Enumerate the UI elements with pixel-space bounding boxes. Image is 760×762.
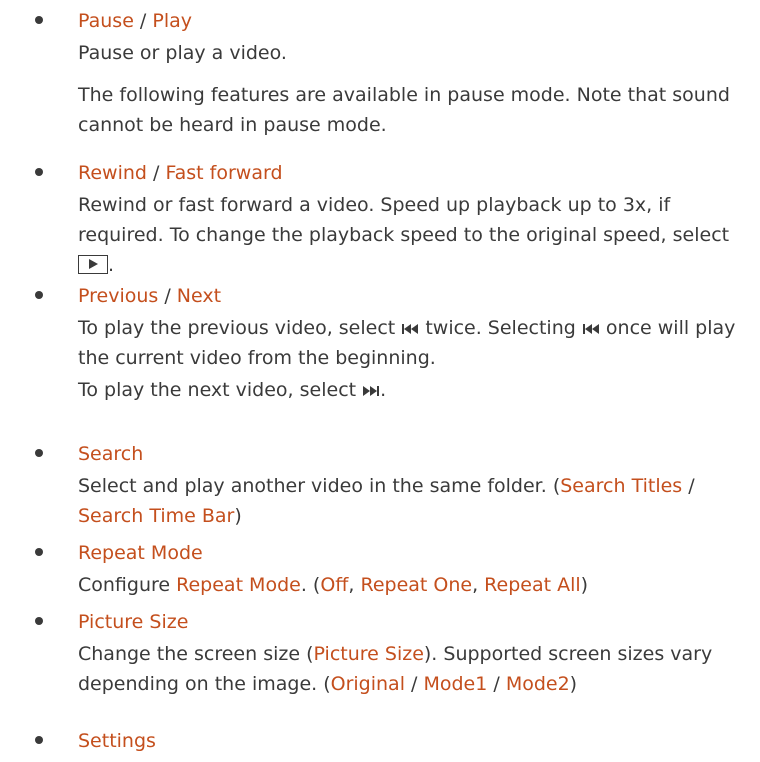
item-title: Previous / Next <box>78 279 221 313</box>
feature-list: Pause / Play Pause or play a video. The … <box>0 0 760 762</box>
description-end: ) <box>580 574 589 596</box>
bullet-icon <box>35 16 43 24</box>
option-separator: , <box>472 574 485 596</box>
play-button-icon <box>78 255 108 274</box>
previous-label: Previous <box>78 285 159 307</box>
description-end: ) <box>234 505 242 527</box>
repeat-mode-ref: Repeat Mode <box>176 574 301 596</box>
previous-track-icon <box>401 322 419 336</box>
description-end: . <box>380 379 387 401</box>
fast-forward-label: Fast forward <box>165 162 283 184</box>
description-text: . ( <box>300 574 321 596</box>
item-note: The following features are available in … <box>78 84 730 136</box>
item-description: Select and play another video in the sam… <box>78 471 738 531</box>
description-text: To play the previous video, select <box>78 317 396 339</box>
option-repeat-one: Repeat One <box>360 574 473 596</box>
bullet-icon <box>35 548 43 556</box>
item-title: Repeat Mode <box>78 542 203 564</box>
item-title: Pause / Play <box>78 4 192 38</box>
bullet-icon <box>35 168 43 176</box>
pause-label: Pause <box>78 10 134 32</box>
description-end: ) <box>569 673 578 695</box>
item-description: Change the screen size (Picture Size). S… <box>78 639 738 699</box>
item-description: Pause or play a video. <box>78 42 287 64</box>
option-separator: / <box>682 475 695 497</box>
option-separator: / <box>404 673 424 695</box>
bullet-icon <box>35 449 43 457</box>
option-original: Original <box>330 673 405 695</box>
next-track-icon <box>362 384 380 398</box>
bullet-icon <box>35 736 43 744</box>
option-off: Off <box>320 574 349 596</box>
item-description: Configure Repeat Mode. (Off, Repeat One,… <box>78 570 738 600</box>
option-separator: , <box>348 574 361 596</box>
option-search-time-bar: Search Time Bar <box>78 505 235 527</box>
title-separator: / <box>133 10 153 32</box>
option-mode1: Mode1 <box>423 673 488 695</box>
description-end: . <box>108 254 115 276</box>
description-text: twice. Selecting <box>425 317 576 339</box>
item-note: To play the next video, select . <box>78 375 738 405</box>
item-description: To play the previous video, select twice… <box>78 313 738 373</box>
item-description: Rewind or fast forward a video. Speed up… <box>78 190 738 280</box>
title-separator: / <box>146 162 166 184</box>
bullet-icon <box>35 617 43 625</box>
item-title: Settings <box>78 730 156 752</box>
item-title: Rewind / Fast forward <box>78 156 283 190</box>
option-mode2: Mode2 <box>505 673 570 695</box>
option-repeat-all: Repeat All <box>484 574 581 596</box>
description-text: Change the screen size ( <box>78 643 314 665</box>
description-text: Select and play another video in the sam… <box>78 475 561 497</box>
previous-track-icon <box>582 322 600 336</box>
next-label: Next <box>176 285 222 307</box>
picture-size-ref: Picture Size <box>313 643 424 665</box>
description-text: To play the next video, select <box>78 379 357 401</box>
bullet-icon <box>35 291 43 299</box>
play-label: Play <box>152 10 192 32</box>
rewind-label: Rewind <box>78 162 147 184</box>
item-title: Search <box>78 443 144 465</box>
item-title: Picture Size <box>78 611 189 633</box>
option-search-titles: Search Titles <box>560 475 683 497</box>
description-text: Configure <box>78 574 177 596</box>
title-separator: / <box>158 285 177 307</box>
option-separator: / <box>487 673 506 695</box>
description-text: Rewind or fast forward a video. Speed up… <box>78 194 730 246</box>
